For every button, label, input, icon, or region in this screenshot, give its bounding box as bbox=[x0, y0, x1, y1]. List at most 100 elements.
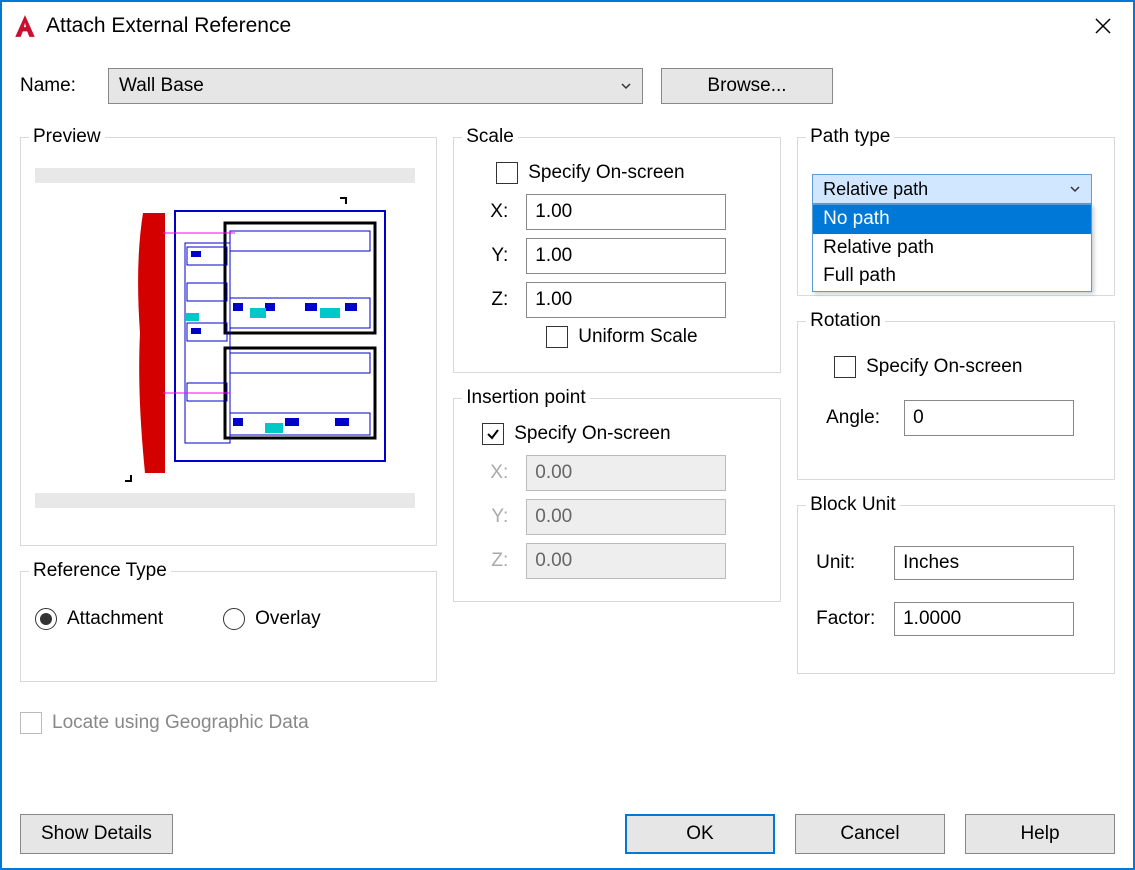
factor-value: 1.0000 bbox=[894, 602, 1074, 636]
rotation-specify-checkbox[interactable]: Specify On-screen bbox=[834, 356, 1100, 378]
path-type-legend: Path type bbox=[806, 126, 894, 148]
checkbox-icon bbox=[496, 162, 518, 184]
dialog-window: Attach External Reference Name: Wall Bas… bbox=[0, 0, 1135, 870]
autocad-logo-icon bbox=[12, 13, 38, 39]
scale-group: Scale Specify On-screen X: Y: Z: bbox=[453, 126, 781, 373]
scale-x-label: X: bbox=[488, 201, 508, 223]
dialog-content: Name: Wall Base Browse... Preview bbox=[2, 46, 1133, 734]
preview-group: Preview bbox=[20, 126, 437, 546]
angle-input[interactable] bbox=[904, 400, 1074, 436]
path-type-selected: Relative path bbox=[823, 179, 928, 200]
block-unit-group: Block Unit Unit: Inches Factor: 1.0000 bbox=[797, 494, 1115, 674]
scale-z-row: Z: bbox=[488, 282, 766, 318]
radio-icon bbox=[223, 608, 245, 630]
chevron-down-icon bbox=[1069, 183, 1081, 195]
insertion-specify-checkbox[interactable]: Specify On-screen bbox=[482, 423, 766, 445]
help-button[interactable]: Help bbox=[965, 814, 1115, 854]
scale-x-row: X: bbox=[488, 194, 766, 230]
scale-y-label: Y: bbox=[488, 245, 508, 267]
preview-area bbox=[35, 168, 415, 508]
show-details-label: Show Details bbox=[41, 823, 152, 845]
rotation-legend: Rotation bbox=[806, 310, 885, 332]
block-unit-legend: Block Unit bbox=[806, 494, 900, 516]
titlebar: Attach External Reference bbox=[2, 2, 1133, 46]
close-button[interactable] bbox=[1083, 11, 1123, 41]
unit-value: Inches bbox=[894, 546, 1074, 580]
insertion-y-row: Y: bbox=[488, 499, 766, 535]
scale-y-row: Y: bbox=[488, 238, 766, 274]
column-right: Path type Relative path No path Relative… bbox=[797, 126, 1115, 734]
factor-label: Factor: bbox=[816, 608, 876, 630]
uniform-scale-checkbox[interactable]: Uniform Scale bbox=[546, 326, 766, 348]
attachment-radio-label: Attachment bbox=[67, 608, 163, 630]
angle-label: Angle: bbox=[826, 407, 886, 429]
insertion-legend: Insertion point bbox=[462, 387, 589, 409]
right-buttons: OK Cancel Help bbox=[625, 814, 1115, 854]
columns: Preview bbox=[20, 126, 1115, 734]
insertion-z-input bbox=[526, 543, 726, 579]
checkbox-icon bbox=[20, 712, 42, 734]
factor-row: Factor: 1.0000 bbox=[816, 602, 1100, 636]
overlay-radio-label: Overlay bbox=[255, 608, 320, 630]
unit-row: Unit: Inches bbox=[816, 546, 1100, 580]
uniform-scale-label: Uniform Scale bbox=[578, 326, 697, 348]
path-type-option-full[interactable]: Full path bbox=[813, 262, 1091, 291]
scale-y-input[interactable] bbox=[526, 238, 726, 274]
preview-legend: Preview bbox=[29, 126, 105, 148]
ok-button[interactable]: OK bbox=[625, 814, 775, 854]
unit-label: Unit: bbox=[816, 552, 876, 574]
reference-type-group: Reference Type Attachment Overlay bbox=[20, 560, 437, 682]
scale-z-label: Z: bbox=[488, 289, 508, 311]
attachment-radio[interactable]: Attachment bbox=[35, 608, 163, 630]
close-icon bbox=[1094, 17, 1112, 35]
name-row: Name: Wall Base Browse... bbox=[20, 68, 1115, 104]
dialog-buttons: Show Details OK Cancel Help bbox=[20, 814, 1115, 854]
cancel-label: Cancel bbox=[840, 823, 899, 845]
checkbox-icon bbox=[482, 423, 504, 445]
insertion-x-label: X: bbox=[488, 462, 508, 484]
path-type-option-relative[interactable]: Relative path bbox=[813, 234, 1091, 263]
rotation-group: Rotation Specify On-screen Angle: bbox=[797, 310, 1115, 480]
show-details-button[interactable]: Show Details bbox=[20, 814, 173, 854]
column-left: Preview bbox=[20, 126, 437, 734]
insertion-z-row: Z: bbox=[488, 543, 766, 579]
radio-icon bbox=[35, 608, 57, 630]
locate-geo-label: Locate using Geographic Data bbox=[52, 712, 309, 734]
preview-drawing-icon bbox=[35, 183, 415, 493]
overlay-radio[interactable]: Overlay bbox=[223, 608, 320, 630]
path-type-option-nopath[interactable]: No path bbox=[813, 205, 1091, 234]
checkbox-icon bbox=[546, 326, 568, 348]
path-type-dropdown[interactable]: Relative path bbox=[812, 174, 1092, 204]
path-type-group: Path type Relative path No path Relative… bbox=[797, 126, 1115, 296]
scale-specify-checkbox[interactable]: Specify On-screen bbox=[496, 162, 766, 184]
name-label: Name: bbox=[20, 75, 90, 97]
window-title: Attach External Reference bbox=[46, 14, 291, 38]
cancel-button[interactable]: Cancel bbox=[795, 814, 945, 854]
locate-geo-checkbox: Locate using Geographic Data bbox=[20, 712, 437, 734]
insertion-point-group: Insertion point Specify On-screen X: Y: bbox=[453, 387, 781, 602]
rotation-specify-label: Specify On-screen bbox=[866, 356, 1022, 378]
insertion-x-input bbox=[526, 455, 726, 491]
path-type-dropdown-list: No path Relative path Full path bbox=[812, 204, 1092, 292]
insertion-x-row: X: bbox=[488, 455, 766, 491]
insertion-y-input bbox=[526, 499, 726, 535]
name-dropdown[interactable]: Wall Base bbox=[108, 68, 643, 104]
scale-z-input[interactable] bbox=[526, 282, 726, 318]
browse-button-label: Browse... bbox=[707, 75, 786, 97]
insertion-y-label: Y: bbox=[488, 506, 508, 528]
browse-button[interactable]: Browse... bbox=[661, 68, 833, 104]
insertion-specify-label: Specify On-screen bbox=[514, 423, 670, 445]
insertion-z-label: Z: bbox=[488, 550, 508, 572]
name-dropdown-value: Wall Base bbox=[119, 75, 204, 97]
ok-label: OK bbox=[686, 823, 713, 845]
path-type-dropdown-wrap: Relative path No path Relative path Full… bbox=[812, 174, 1100, 204]
scale-x-input[interactable] bbox=[526, 194, 726, 230]
reference-type-legend: Reference Type bbox=[29, 560, 171, 582]
column-middle: Scale Specify On-screen X: Y: Z: bbox=[453, 126, 781, 734]
scale-specify-label: Specify On-screen bbox=[528, 162, 684, 184]
chevron-down-icon bbox=[620, 80, 632, 92]
checkbox-icon bbox=[834, 356, 856, 378]
scale-legend: Scale bbox=[462, 126, 518, 148]
angle-row: Angle: bbox=[826, 400, 1100, 436]
help-label: Help bbox=[1020, 823, 1059, 845]
